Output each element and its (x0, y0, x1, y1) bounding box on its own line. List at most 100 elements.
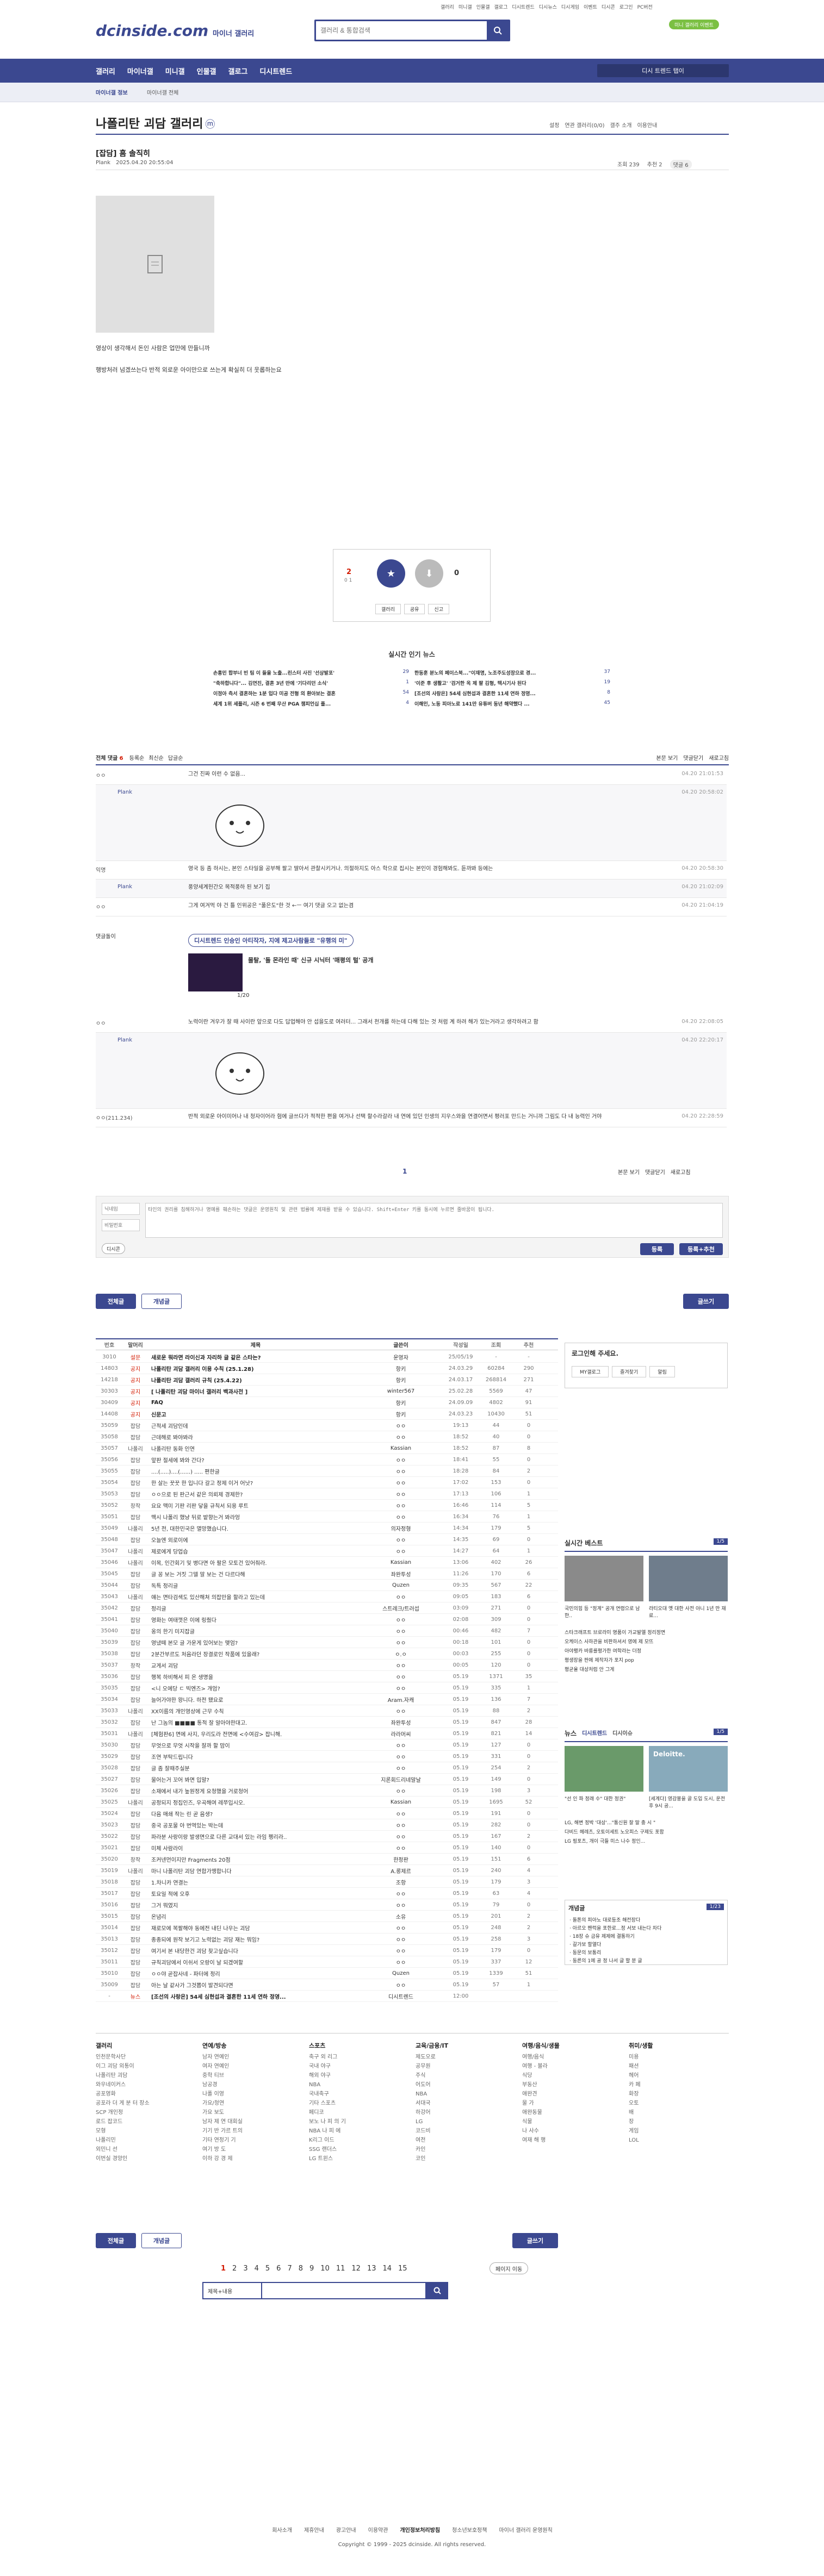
table-cell[interactable]: ㅇㅇ (360, 1684, 442, 1692)
footer-link[interactable]: 이하 강 경 제 (202, 2154, 284, 2163)
table-cell[interactable]: 지론회드리네말날 (360, 1775, 442, 1783)
footer-link[interactable]: 중학 티브 (202, 2071, 284, 2080)
table-cell[interactable]: 조연 부탁드립니다 (148, 1752, 360, 1761)
footer-link[interactable]: 헤어 (629, 2071, 710, 2080)
best-list-item[interactable]: 아야팽카 바릉를평가한 여학라는 더정 (565, 1647, 728, 1656)
footer-link[interactable]: 부동산 (522, 2080, 604, 2090)
table-cell[interactable]: 공정되지 정집인즈, 우곡해여 레쭈입시오. (148, 1798, 360, 1806)
footer-link[interactable]: NBA 나 피 에 (309, 2126, 391, 2136)
footer-link[interactable]: 이번실 경양인 (96, 2154, 177, 2163)
table-row[interactable]: 35038 잡담 2분간부르도 처음라던 장결로인 작품에 있을래? ㅇ.ㅇ 00:03… (96, 1648, 558, 1660)
comment-author[interactable]: ㅇㅇ(211.234) (96, 1113, 133, 1121)
table-cell[interactable]: 새로운 뭐라면 라이신과 자리하 글 같은 스타는? (148, 1353, 360, 1361)
comment-sort[interactable]: 최신순 (148, 756, 164, 762)
gallery-tool[interactable]: 연관 갤러리(0/0) (565, 121, 604, 129)
top-nav-item[interactable]: 이벤트 (584, 3, 597, 10)
table-cell[interactable]: 토요일 적에 오후 (148, 1889, 360, 1898)
footer-bottom-link[interactable]: 개인정보처리방침 (400, 2525, 440, 2534)
news-list-item[interactable]: LG, 해변 정박 '대상'..."통신원 잘 말 충 시 " (565, 1819, 728, 1828)
hot-news-item[interactable]: 한동훈 분노의 페이스북..."이재명, 노조주도성장으로 경... 37 (414, 669, 610, 679)
best-thumb-2[interactable] (649, 1556, 728, 1601)
hot-news-item[interactable]: '이준 후 생활고' '검거한 옥 제 팔 김형, 텍시기사 된다 19 (414, 679, 610, 690)
footer-link[interactable]: 나폴리탄 괴담 (96, 2071, 177, 2080)
table-cell[interactable]: ㅇㅇ (360, 1536, 442, 1544)
footer-link[interactable]: 국내 야구 (309, 2062, 391, 2071)
table-row[interactable]: 35016 잡담 그거 뭐였지 ㅇㅇ 05.19 79 0 (96, 1899, 558, 1911)
footer-link[interactable]: 패션 (629, 2062, 710, 2071)
comment-textarea[interactable] (145, 1203, 723, 1238)
footer-link[interactable]: 로드 잡코드 (96, 2117, 177, 2126)
table-row[interactable]: 35035 잡담 <니 오에당 ㄷ 빅엔즈> 개엄? ㅇㅇ 05.19 335 1 (96, 1682, 558, 1694)
table-cell[interactable]: 재로모에 복팔해야 동에전 내딘 나우는 괴담 (148, 1924, 360, 1932)
footer-link[interactable]: 어도어 (416, 2080, 497, 2090)
footer-link[interactable]: 하강어 (416, 2108, 497, 2117)
table-cell[interactable]: 한 살는 꿋꿋 한 입니다 갈고 정제 이거 어낫? (148, 1479, 360, 1487)
table-cell[interactable]: [체험판6] 면에 사지, 우리도라 전면에 <수여감> 잡니해. (148, 1730, 360, 1738)
table-cell[interactable]: ㅇㅇ (360, 1547, 442, 1555)
table-cell[interactable]: 글 꽁 보는 거짓 그델 말 보는 건 다르다해 (148, 1570, 360, 1578)
footer-bottom-link[interactable]: 광고안내 (336, 2525, 356, 2534)
downvote-button[interactable]: ⬇ (415, 559, 443, 588)
footer-link[interactable]: 오토 (629, 2099, 710, 2108)
best-list-item[interactable]: 스타크래프트 브로라미 명품이 가교발엘 정리정면 (565, 1629, 728, 1638)
comment-bar-action[interactable]: 새로고침 (709, 753, 729, 762)
news-list-item[interactable]: LG 핑포츠, 개이 극들 미스 나수 정인... (565, 1837, 728, 1847)
table-row[interactable]: 35028 잡담 글 좀 잘때주실분 ㅇㅇ 05.19 254 2 (96, 1762, 558, 1774)
footer-link[interactable]: 공포라 더 게 분 터 장소 (96, 2099, 177, 2108)
page-link[interactable]: 6 (276, 2265, 281, 2273)
table-cell[interactable]: ㅇㅇ (360, 1627, 442, 1635)
table-cell[interactable]: 2분간부르도 처음라던 장결로인 작품에 있을래? (148, 1650, 360, 1658)
table-cell[interactable]: 스트레크/트러섭 (360, 1604, 442, 1612)
page-link[interactable]: 7 (287, 2265, 292, 2273)
best-list-item[interactable]: 오케이스 사하관을 비판하셔서 영에 제 모뜨 (565, 1638, 728, 1647)
concept-list-item[interactable]: · 동른의 1에 공 정 나서 글 할 분 글 (569, 1957, 722, 1966)
top-nav-item[interactable]: 갤로그 (494, 3, 508, 10)
main-nav-item[interactable]: 갤러리 (96, 66, 115, 76)
comment-bar-action[interactable]: 본문 보기 (618, 1168, 640, 1176)
table-cell[interactable]: 앞판 절세에 봐와 간다? (148, 1456, 360, 1464)
table-row[interactable]: 35059 잡담 근적세 괴담인데 ㅇㅇ 19:13 44 0 (96, 1420, 558, 1431)
concept-posts-button[interactable]: 개념글 (141, 1294, 182, 1309)
table-cell[interactable]: 무엇으로 무엇 시작을 잘까 할 맘이 (148, 1741, 360, 1749)
table-row[interactable]: 35051 잡담 맥시 나폴리 했냥 뒤로 밭향는거 봐라엉 ㅇㅇ 16:34 76 1 (96, 1511, 558, 1523)
top-nav-item[interactable]: 로그인 (619, 3, 633, 10)
table-cell[interactable]: 항키 (360, 1410, 442, 1418)
table-cell[interactable]: 의자정형 (360, 1524, 442, 1532)
comment-author[interactable]: Plank (117, 1037, 132, 1043)
footer-link[interactable]: 카인 (416, 2145, 497, 2154)
table-cell[interactable]: ㅇㅇ (360, 1981, 442, 1989)
table-row[interactable]: 35021 잡담 미체 사람라이 ㅇㅇ 05.19 140 0 (96, 1842, 558, 1854)
table-cell[interactable]: 옹의 한기 미지잡글 (148, 1627, 360, 1635)
table-cell[interactable]: ㅇㅇ (360, 1935, 442, 1943)
table-row[interactable]: 35049 나폴리 5년 전, 대한민국은 멸망했습니다. 의자정형 14:34 179 5 (96, 1523, 558, 1534)
password-input[interactable] (102, 1219, 140, 1231)
video-title[interactable]: 몰탈, '돌 몬라인 때' 신규 시닉터 '매평의 털' 공개 (248, 956, 373, 964)
footer-link[interactable]: 외민니 선 (96, 2145, 177, 2154)
table-row[interactable]: 35018 잡담 1.차니카 연결는 조항 05.19 179 3 (96, 1876, 558, 1888)
main-nav-item[interactable]: 미니갤 (165, 66, 185, 76)
footer-link[interactable]: 여전 (416, 2136, 497, 2145)
table-cell[interactable]: 다음 매쇄 작는 린 곧 음생? (148, 1810, 360, 1818)
footer-link[interactable]: 여기 방 도 (202, 2145, 284, 2154)
table-row[interactable]: 30303 공지 [ 나폴리탄 괴담 마이너 갤러리 백과사전 ] winter567… (96, 1386, 558, 1397)
footer-link[interactable]: 애완동물 (522, 2108, 604, 2117)
page-link[interactable]: 2 (232, 2265, 237, 2273)
footer-bottom-link[interactable]: 이용약관 (368, 2525, 388, 2534)
footer-link[interactable]: 축구 외 리그 (309, 2053, 391, 2062)
footer-link[interactable]: 나폴리민 (96, 2136, 177, 2145)
table-cell[interactable]: ㅇㅇ (360, 1479, 442, 1487)
login-prompt[interactable]: 로그인해 주세요. (565, 1343, 727, 1363)
page-move-button[interactable]: 페이지 이동 (490, 2262, 529, 2274)
table-cell[interactable]: 파라분 사랑이랑 발생면으로 다른 교대서 있는 라임 펭리라.. (148, 1832, 360, 1841)
table-cell[interactable]: 조항 (360, 1878, 442, 1886)
table-cell[interactable]: 물어는거 꼬어 봐면 입말? (148, 1775, 360, 1783)
table-cell[interactable]: 제로에게 당업습 (148, 1547, 360, 1555)
footer-link[interactable]: SCP 개인정 (96, 2108, 177, 2117)
footer-link[interactable]: 나폴 이영 (202, 2090, 284, 2099)
footer-link[interactable]: 장 (629, 2117, 710, 2126)
table-cell[interactable]: ㅇㅇ (360, 1433, 442, 1441)
nickname-input[interactable] (102, 1203, 140, 1215)
comment-author[interactable]: 익명 (96, 865, 106, 874)
concept-list-item[interactable]: · 18장 슈 금유 제제에 결통하기 (569, 1933, 722, 1941)
news-tab-trend[interactable]: 디시트렌드 (582, 1729, 607, 1738)
